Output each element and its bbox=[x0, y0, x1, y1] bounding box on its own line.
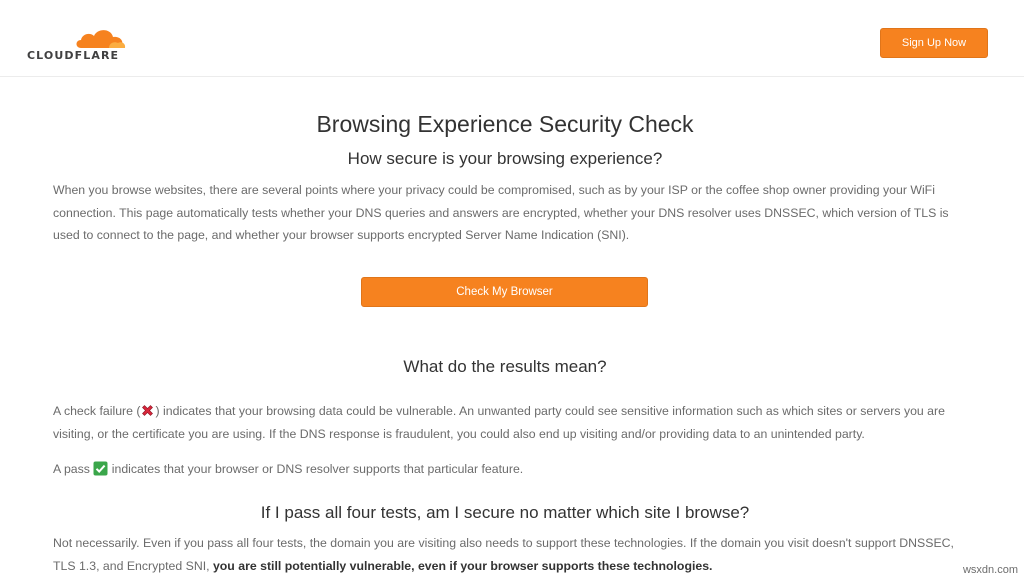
cloudflare-cloud-icon bbox=[76, 30, 126, 48]
site-header: CLOUDFLARE Sign Up Now bbox=[0, 0, 1024, 77]
check-mark-icon bbox=[93, 461, 108, 476]
pass-suffix: indicates that your browser or DNS resol… bbox=[108, 462, 524, 476]
page-title: Browsing Experience Security Check bbox=[316, 111, 694, 137]
pass-explanation: A pass indicates that your browser or DN… bbox=[53, 458, 965, 481]
faq-heading: If I pass all four tests, am I secure no… bbox=[260, 503, 750, 522]
failure-prefix: A check failure ( bbox=[53, 404, 141, 418]
logo-wordmark: CLOUDFLARE bbox=[27, 49, 120, 62]
failure-explanation: A check failure () indicates that your b… bbox=[53, 400, 965, 445]
pass-prefix: A pass bbox=[53, 462, 94, 476]
cross-mark-icon bbox=[140, 403, 155, 418]
sign-up-button[interactable]: Sign Up Now bbox=[880, 28, 988, 58]
check-my-browser-button[interactable]: Check My Browser bbox=[361, 277, 648, 307]
intro-paragraph: When you browse websites, there are seve… bbox=[53, 183, 949, 242]
faq-answer: Not necessarily. Even if you pass all fo… bbox=[53, 532, 965, 577]
cloudflare-logo[interactable]: CLOUDFLARE bbox=[27, 26, 129, 62]
faq-answer-emphasis: you are still potentially vulnerable, ev… bbox=[212, 558, 713, 573]
failure-suffix: ) indicates that your browsing data coul… bbox=[53, 404, 945, 441]
watermark: wsxdn.com bbox=[962, 564, 1018, 576]
results-heading: What do the results mean? bbox=[403, 357, 607, 376]
page-subtitle: How secure is your browsing experience? bbox=[347, 149, 663, 168]
